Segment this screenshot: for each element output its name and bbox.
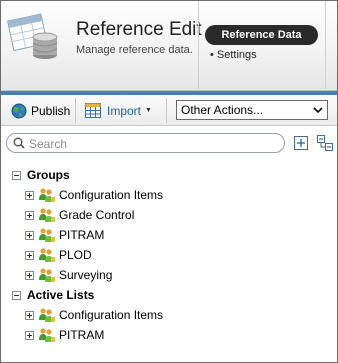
collapse-icon[interactable]	[12, 170, 21, 180]
app-header: Reference Edit Manage reference data. Re…	[1, 1, 337, 91]
people-group-icon	[39, 268, 55, 282]
people-group-icon	[39, 308, 55, 322]
tree-item-configuration-items[interactable]: Configuration Items	[25, 187, 163, 203]
collapse-icon[interactable]	[12, 290, 21, 300]
header-divider	[325, 1, 326, 89]
expand-icon[interactable]	[25, 330, 34, 340]
publish-button[interactable]: Publish	[11, 101, 70, 120]
tree-group-active-lists[interactable]: Active Lists	[12, 287, 94, 303]
page-subtitle: Manage reference data.	[76, 44, 193, 56]
tree-group-label: Active Lists	[27, 288, 95, 302]
expand-icon[interactable]	[25, 230, 34, 240]
tree-group-groups[interactable]: Groups	[12, 167, 70, 183]
chevron-down-icon	[313, 107, 323, 114]
toolbar-divider	[166, 98, 167, 123]
chevron-down-icon: ▼	[145, 107, 152, 114]
expand-all-icon[interactable]	[293, 135, 309, 151]
tree-item-pitram[interactable]: PITRAM	[25, 327, 104, 343]
page-title: Reference Edit	[76, 19, 202, 40]
nav-reference-data-button[interactable]: Reference Data	[205, 25, 318, 45]
search-input[interactable]: Search	[6, 133, 285, 153]
people-group-icon	[39, 208, 55, 222]
publish-label: Publish	[31, 103, 71, 118]
spreadsheet-icon	[85, 103, 101, 118]
nav-settings-link[interactable]: • Settings	[210, 49, 257, 61]
tree-item-grade-control[interactable]: Grade Control	[25, 207, 134, 223]
reference-edit-window: Reference Edit Manage reference data. Re…	[0, 0, 338, 363]
import-button[interactable]: Import ▼	[85, 101, 152, 120]
database-table-icon	[7, 13, 58, 59]
expand-icon[interactable]	[25, 190, 34, 200]
tree-item-surveying[interactable]: Surveying	[25, 267, 112, 283]
expand-icon[interactable]	[25, 270, 34, 280]
people-group-icon	[39, 248, 55, 262]
toolbar: Publish Import ▼ Other Actions...	[1, 95, 337, 126]
tree-item-label: Surveying	[59, 268, 113, 282]
people-group-icon	[39, 228, 55, 242]
expand-icon[interactable]	[25, 210, 34, 220]
toolbar-divider	[75, 98, 76, 123]
tree-item-label: Configuration Items	[59, 308, 164, 322]
tree-item-pitram[interactable]: PITRAM	[25, 227, 104, 243]
search-placeholder: Search	[29, 137, 68, 151]
other-actions-select[interactable]: Other Actions...	[176, 100, 328, 120]
tree-item-label: PITRAM	[59, 328, 105, 342]
tree-group-label: Groups	[27, 168, 70, 182]
tree-item-label: PLOD	[59, 248, 92, 262]
import-label: Import	[107, 103, 142, 118]
tree-item-configuration-items[interactable]: Configuration Items	[25, 307, 163, 323]
people-group-icon	[39, 328, 55, 342]
people-group-icon	[39, 188, 55, 202]
header-divider	[198, 1, 199, 89]
tree-item-label: Configuration Items	[59, 188, 164, 202]
other-actions-value: Other Actions...	[181, 103, 264, 117]
tree-item-label: Grade Control	[59, 208, 135, 222]
tree-item-plod[interactable]: PLOD	[25, 247, 92, 263]
collapse-all-icon[interactable]	[317, 135, 333, 151]
search-icon	[13, 137, 25, 149]
expand-icon[interactable]	[25, 250, 34, 260]
globe-icon	[11, 103, 27, 118]
expand-icon[interactable]	[25, 310, 34, 320]
tree-item-label: PITRAM	[59, 228, 105, 242]
